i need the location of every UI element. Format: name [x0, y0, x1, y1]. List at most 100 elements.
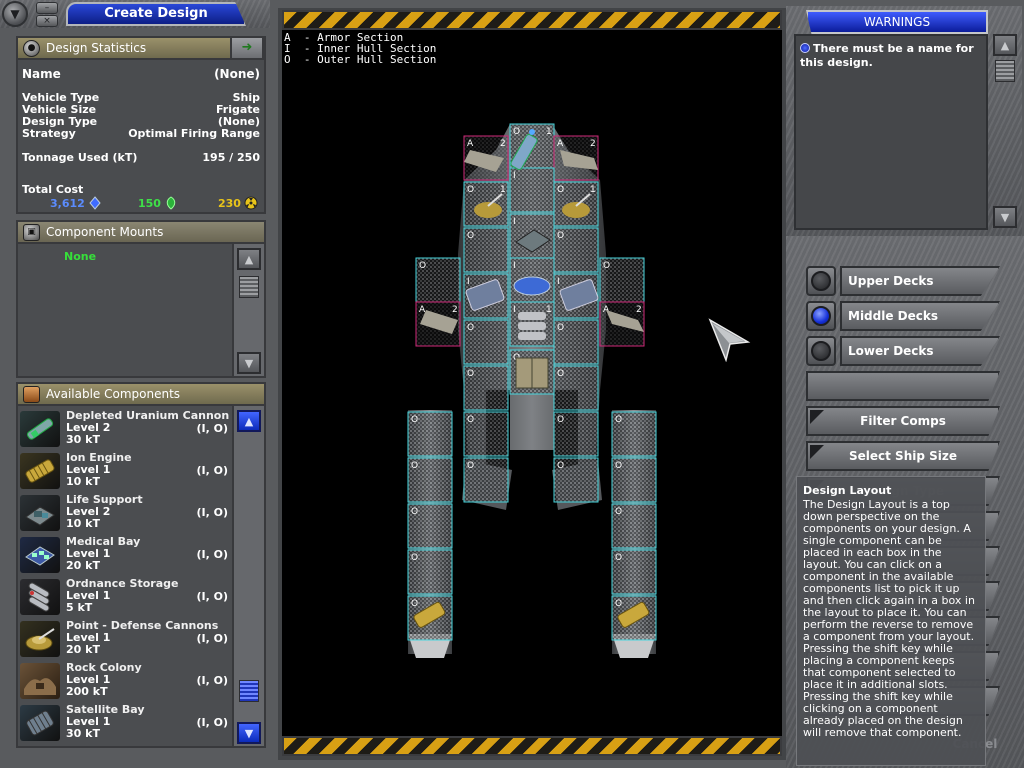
design-layout-tooltip: Design Layout The Design Layout is a top… — [796, 476, 986, 766]
slot-type-label: I — [513, 171, 516, 181]
select-ship-size-label: Select Ship Size — [848, 449, 957, 463]
component-tonnage: 30 kT — [66, 433, 100, 446]
warning-item: There must be a name for this design. — [800, 42, 984, 70]
export-button[interactable]: ➜ — [230, 36, 264, 60]
tooltip-title: Design Layout — [803, 484, 892, 497]
component-item[interactable]: Medical Bay Level 1 20 kT (I, O) — [20, 534, 232, 576]
warning-bullet-icon — [800, 43, 810, 53]
placed-medical-bay — [513, 276, 551, 296]
stat-name-label: Name — [22, 67, 61, 81]
warnings-scrollbar[interactable]: ▲ ▼ — [992, 34, 1018, 230]
slot-type-label: O — [557, 323, 564, 333]
slot-count-label: 2 — [452, 305, 458, 315]
slot-type-label: O — [557, 415, 564, 425]
arrow-up-icon: ▲ — [244, 252, 254, 266]
upper-decks-radio[interactable] — [806, 266, 836, 296]
slot-type-label: O — [467, 369, 474, 379]
components-scrollbar[interactable]: ▲ ▼ — [237, 410, 261, 746]
component-mounts-list: None — [18, 244, 234, 376]
mouse-cursor-icon — [708, 318, 751, 362]
stat-name-value: (None) — [214, 67, 260, 81]
stat-total-cost: Total Cost — [22, 184, 260, 196]
stat-tonnage-label: Tonnage Used (kT) — [22, 151, 138, 164]
stat-tonnage-value: 195 / 250 — [202, 151, 260, 164]
component-item[interactable]: Ion Engine Level 1 10 kT (I, O) — [20, 450, 232, 492]
component-location: (I, O) — [196, 506, 228, 519]
ship-layout-svg[interactable]: O 1A 2 A 2IO 1 O 1IO OIOI IOI 1A 2O OA 2O OO OO OO OO OO OO… — [282, 30, 782, 736]
cost-organics: 150 — [138, 196, 178, 210]
minimize-button[interactable]: – — [36, 2, 58, 14]
component-item[interactable]: Ordnance Storage Level 1 5 kT (I, O) — [20, 576, 232, 618]
slot-type-label: O — [411, 553, 418, 563]
components-scroll-up-button[interactable]: ▲ — [237, 410, 261, 432]
slot-type-label: O — [467, 185, 474, 195]
middle-decks-radio[interactable] — [806, 301, 836, 331]
warnings-header: WARNINGS — [806, 10, 988, 34]
component-item[interactable]: Point - Defense Cannons Level 1 20 kT (I… — [20, 618, 232, 660]
available-components-list[interactable]: Depleted Uranium Cannon Level 2 30 kT (I… — [18, 406, 234, 746]
slot-type-label: O — [557, 231, 564, 241]
slot-type-label: I — [513, 261, 516, 271]
slot-type-label: I — [513, 305, 516, 315]
upper-decks-button[interactable]: Upper Decks — [840, 266, 1000, 296]
select-ship-size-button[interactable]: Select Ship Size — [806, 441, 1000, 471]
slot-type-label: O — [615, 599, 622, 609]
components-scroll-thumb[interactable] — [239, 680, 259, 702]
radio-on-icon — [811, 306, 831, 326]
medical-bay-icon — [20, 537, 60, 573]
ordnance-icon — [20, 579, 60, 615]
component-item[interactable]: Life Support Level 2 10 kT (I, O) — [20, 492, 232, 534]
middle-decks-button[interactable]: Middle Decks — [840, 301, 1000, 331]
close-button[interactable]: × — [36, 15, 58, 27]
cost-organics-value: 150 — [138, 196, 161, 210]
component-location: (I, O) — [196, 464, 228, 477]
slot-type-label: O — [557, 185, 564, 195]
component-item[interactable]: Satellite Bay Level 1 30 kT (I, O) — [20, 702, 232, 744]
placed-storage — [515, 357, 549, 389]
lower-decks-option[interactable]: Lower Decks — [806, 336, 1006, 366]
arrow-down-icon: ▼ — [1000, 210, 1010, 224]
filter-comps-button[interactable]: Filter Comps — [806, 406, 1000, 436]
component-mounts-value: None — [64, 250, 97, 263]
export-icon: ➜ — [241, 40, 253, 55]
mounts-scroll-up-button[interactable]: ▲ — [237, 248, 261, 270]
arrow-down-icon: ▼ — [244, 356, 254, 370]
minerals-icon — [89, 196, 101, 210]
inner-slot[interactable] — [509, 167, 555, 213]
filter-comps-label: Filter Comps — [860, 414, 946, 428]
slot-type-label: O — [411, 461, 418, 471]
slot-count-label: 1 — [590, 185, 596, 195]
corner-notch-icon — [810, 410, 824, 424]
slot-type-label: O — [411, 599, 418, 609]
warnings-scroll-down-button[interactable]: ▼ — [993, 206, 1017, 228]
slot-type-label: A — [467, 139, 474, 149]
component-location: (I, O) — [196, 674, 228, 687]
components-scroll-down-button[interactable]: ▼ — [237, 722, 261, 744]
arrow-up-icon: ▲ — [244, 414, 254, 428]
lower-decks-radio[interactable] — [806, 336, 836, 366]
mounts-scrollbar[interactable]: ▲ ▼ — [237, 248, 261, 374]
warnings-scroll-thumb[interactable] — [995, 60, 1015, 82]
hazard-stripe-top — [282, 10, 782, 30]
available-components-title: Available Components — [46, 387, 181, 401]
cost-radioactives: 230 — [218, 196, 258, 210]
lower-decks-button[interactable]: Lower Decks — [840, 336, 1000, 366]
mounts-scroll-thumb[interactable] — [239, 276, 259, 298]
radio-off-icon — [811, 341, 831, 361]
warnings-scroll-up-button[interactable]: ▲ — [993, 34, 1017, 56]
middle-decks-option[interactable]: Middle Decks — [806, 301, 1006, 331]
slot-count-label: 1 — [500, 185, 506, 195]
slot-type-label: O — [615, 415, 622, 425]
box-icon — [23, 386, 40, 403]
component-location: (I, O) — [196, 548, 228, 561]
upper-decks-option[interactable]: Upper Decks — [806, 266, 1006, 296]
stat-strategy-label: Strategy — [22, 127, 76, 140]
component-item[interactable]: Depleted Uranium Cannon Level 2 30 kT (I… — [20, 408, 232, 450]
menu-icon[interactable]: ▼ — [2, 1, 28, 27]
component-tonnage: 10 kT — [66, 517, 100, 530]
slot-type-label: O — [603, 261, 610, 271]
component-mounts-title: Component Mounts — [46, 225, 164, 239]
component-item[interactable]: Rock Colony Level 1 200 kT (I, O) — [20, 660, 232, 702]
design-layout[interactable]: A - Armor Section I - Inner Hull Section… — [282, 30, 782, 736]
mounts-scroll-down-button[interactable]: ▼ — [237, 352, 261, 374]
